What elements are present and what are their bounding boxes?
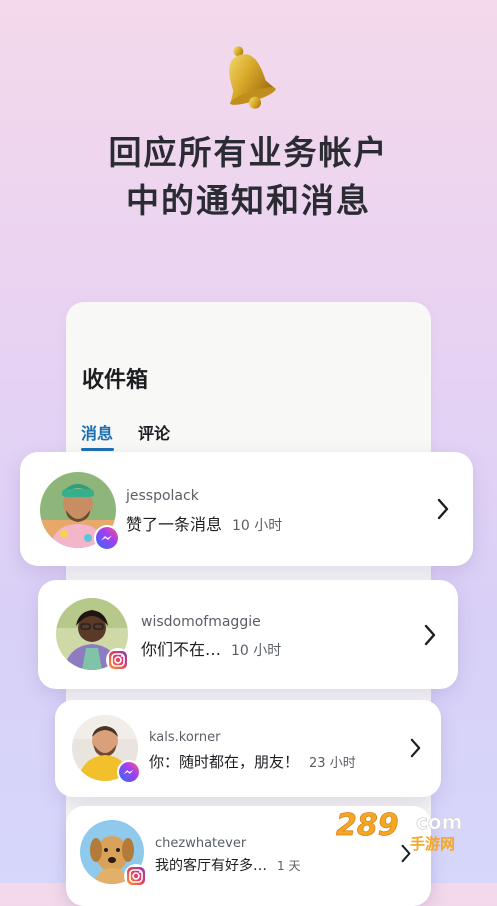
conversation-time: 23 小时 — [309, 756, 356, 771]
preview-text: 你：随时都在，朋友！ — [149, 753, 300, 771]
chevron-right-icon — [437, 498, 449, 520]
conversation-preview: 你们不在… 10 小时 — [141, 636, 281, 660]
messenger-icon — [94, 525, 120, 551]
tab-comments[interactable]: 评论 — [138, 420, 170, 444]
headline-line-1: 回应所有业务帐户 — [108, 133, 389, 172]
bell-icon — [229, 46, 276, 109]
chevron-right-icon — [424, 624, 436, 646]
conversation-card-jesspolack[interactable]: jesspolack 赞了一条消息 10 小时 — [20, 452, 473, 566]
conversation-username: kals.korner — [149, 730, 221, 745]
conversation-time: 1 天 — [277, 859, 301, 873]
conversation-username: jesspolack — [126, 488, 199, 504]
conversation-username: wisdomofmaggie — [141, 614, 261, 630]
conversation-preview: 我的客厅有好多… 1 天 — [155, 855, 300, 875]
tab-messages[interactable]: 消息 — [81, 420, 113, 444]
watermark-site-name: 手游网 — [410, 835, 455, 851]
watermark-domain: com — [416, 810, 462, 834]
preview-text: 我的客厅有好多… — [155, 858, 267, 874]
conversation-time: 10 小时 — [231, 643, 282, 659]
headline-line-2: 中的通知和消息 — [126, 181, 371, 220]
inbox-title: 收件箱 — [82, 368, 149, 393]
instagram-icon — [124, 864, 148, 888]
conversation-card-kals-korner[interactable]: kals.korner 你：随时都在，朋友！ 23 小时 — [55, 700, 441, 797]
conversation-username: chezwhatever — [155, 836, 247, 851]
conversation-card-wisdomofmaggie[interactable]: wisdomofmaggie 你们不在… 10 小时 — [38, 580, 458, 689]
conversation-time: 10 小时 — [232, 518, 283, 534]
preview-text: 你们不在… — [141, 640, 222, 659]
messenger-icon — [117, 760, 141, 784]
preview-text: 赞了一条消息 — [126, 515, 223, 534]
conversation-preview: 赞了一条消息 10 小时 — [126, 511, 282, 535]
watermark-number: 289 — [336, 808, 399, 843]
instagram-icon — [106, 648, 130, 672]
active-tab-indicator — [81, 448, 114, 451]
conversation-preview: 你：随时都在，朋友！ 23 小时 — [149, 751, 356, 772]
site-watermark: 289 com 手游网 — [336, 808, 463, 851]
chevron-right-icon — [410, 738, 421, 758]
